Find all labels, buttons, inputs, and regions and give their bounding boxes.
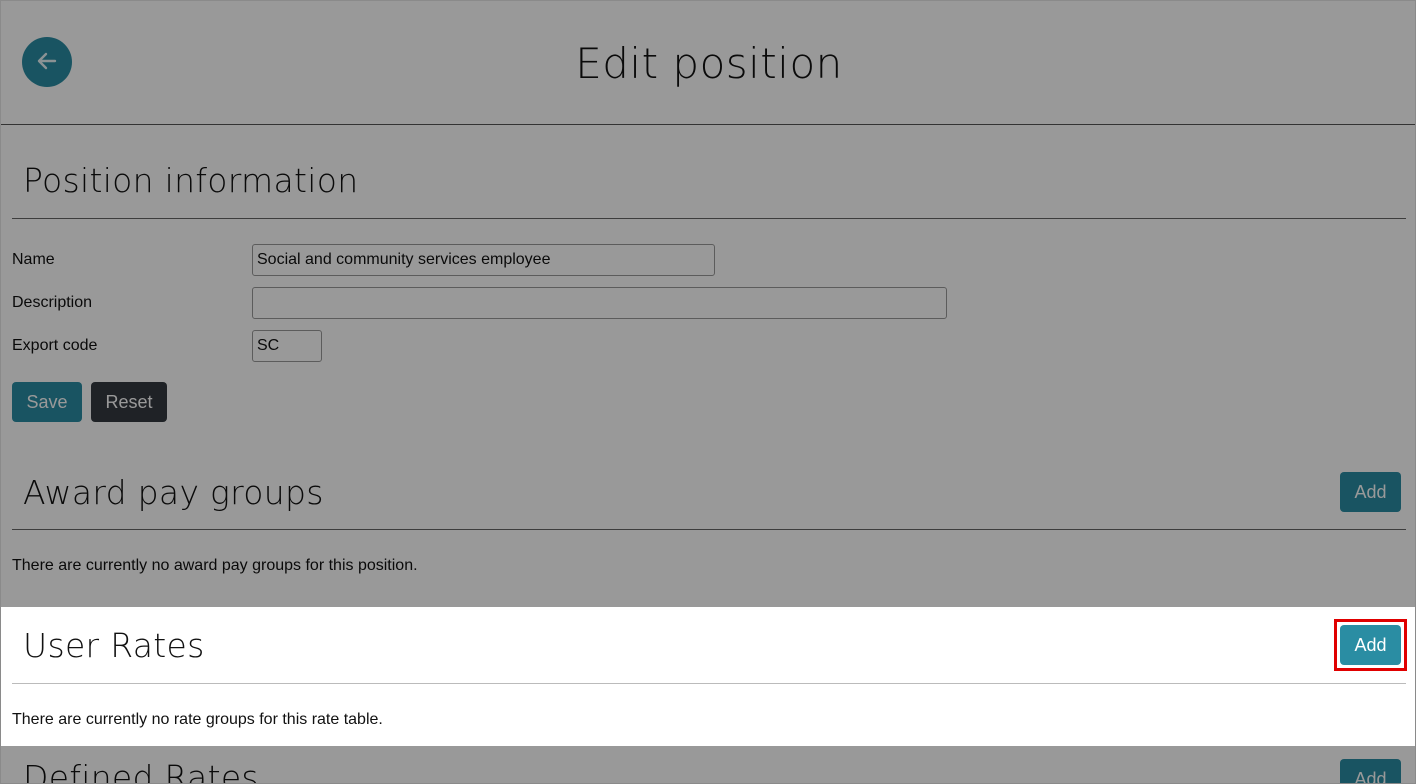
name-input[interactable] (252, 244, 715, 276)
page-title: Edit position (575, 39, 843, 88)
page-header: Edit position (1, 1, 1415, 125)
award-pay-groups-add-button[interactable]: Add (1340, 472, 1401, 512)
app-frame: Edit position Position information Name … (0, 0, 1416, 784)
export-code-input[interactable] (252, 330, 322, 362)
user-rates-add-button[interactable]: Add (1340, 625, 1401, 665)
reset-button[interactable]: Reset (91, 382, 167, 422)
defined-rates-title: Defined Rates (23, 758, 259, 784)
description-input[interactable] (252, 287, 947, 319)
export-code-label: Export code (12, 337, 98, 354)
award-pay-groups-empty-text: There are currently no award pay groups … (12, 557, 418, 574)
user-rates-title: User Rates (23, 626, 205, 665)
description-label: Description (12, 294, 93, 311)
award-pay-groups-title: Award pay groups (23, 473, 324, 512)
save-button[interactable]: Save (12, 382, 82, 422)
name-label: Name (12, 251, 55, 268)
position-info-divider (12, 218, 1406, 219)
position-info-title: Position information (23, 161, 359, 200)
user-rates-divider (12, 683, 1406, 684)
user-rates-empty-text: There are currently no rate groups for t… (12, 711, 383, 728)
award-pay-groups-divider (12, 529, 1406, 530)
defined-rates-add-button[interactable]: Add (1340, 759, 1401, 783)
